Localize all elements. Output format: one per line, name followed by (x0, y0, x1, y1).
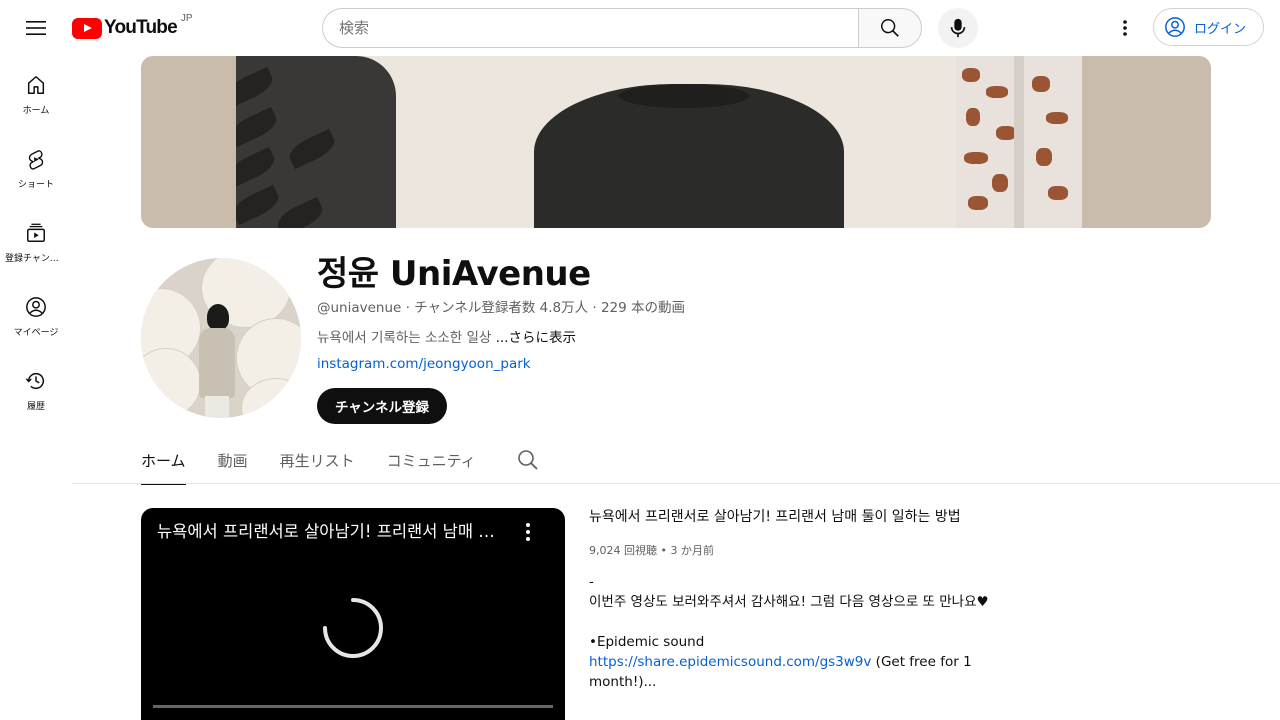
view-count: 9,024 回視聴 (589, 544, 657, 557)
video-player[interactable]: 뉴욕에서 프리랜서로 살아남기! 프리랜서 남매 둘이 일하는 방법 (141, 508, 565, 720)
nav-item-you[interactable]: マイページ (4, 278, 68, 352)
subscriber-count: チャンネル登録者数 4.8万人 (414, 300, 589, 316)
search-icon (881, 19, 899, 37)
top-bar: YouTube JP ログイン (0, 0, 1280, 56)
stats-separator: • (657, 544, 671, 557)
featured-video-title[interactable]: 뉴욕에서 프리랜서로 살아남기! 프리랜서 남매 둘이 일하는 방법 (589, 504, 981, 530)
show-more-link[interactable]: ...さらに表示 (496, 330, 576, 346)
channel-tabs: ホーム 動画 再生リスト コミュニティ (141, 436, 508, 485)
upload-age: 3 か月前 (670, 544, 714, 557)
nav-label-you: マイページ (13, 328, 59, 338)
nav-label-history: 履歴 (26, 402, 45, 412)
subscribe-button[interactable]: チャンネル登録 (317, 388, 447, 424)
tab-videos[interactable]: 動画 (218, 436, 248, 484)
search-bar (322, 8, 922, 48)
description-link[interactable]: https://share.epidemicsound.com/gs3w9v (589, 654, 871, 670)
meta-separator: ‧ (401, 300, 415, 316)
avatar-person (199, 304, 235, 418)
channel-name: 정윤 UniAvenue (317, 254, 591, 294)
tabs-divider (72, 483, 1280, 484)
channel-link[interactable]: instagram.com/jeongyoon_park (317, 356, 531, 372)
banner-vase-right (956, 56, 1082, 228)
hamburger-icon (26, 21, 46, 35)
description-link-line: https://share.epidemicsound.com/gs3w9v (… (589, 652, 989, 692)
channel-avatar[interactable] (141, 258, 301, 418)
description-line: •Epidemic sound (589, 634, 705, 650)
login-label: ログイン (1194, 21, 1247, 37)
featured-video-description: - 이번주 영상도 보러와주셔서 감사해요! 그럼 다음 영상으로 또 만나요♥… (589, 572, 989, 692)
description-line: 이번주 영상도 보러와주셔서 감사해요! 그럼 다음 영상으로 또 만나요♥ (589, 594, 989, 610)
more-vertical-icon (526, 523, 530, 541)
channel-description[interactable]: 뉴욕에서 기록하는 소소한 일상 ...さらに表示 (317, 326, 576, 346)
nav-label-shorts: ショート (17, 180, 54, 190)
shorts-icon (28, 150, 44, 170)
nav-label-subscriptions: 登録チャンネル (5, 254, 67, 264)
banner-vase-neck (619, 84, 749, 108)
youtube-play-icon (72, 17, 102, 39)
search-input[interactable] (322, 8, 859, 48)
account-icon (1165, 17, 1185, 37)
you-icon (26, 297, 46, 317)
nav-item-subscriptions[interactable]: 登録チャンネル (4, 204, 68, 278)
voice-search-button[interactable] (938, 8, 978, 48)
tab-community[interactable]: コミュニティ (387, 436, 476, 484)
history-icon (25, 372, 45, 389)
search-icon (518, 450, 538, 470)
home-icon (27, 76, 45, 94)
youtube-logo[interactable]: YouTube JP (72, 13, 193, 39)
nav-item-shorts[interactable]: ショート (4, 130, 68, 204)
tab-home[interactable]: ホーム (141, 436, 186, 485)
login-button[interactable]: ログイン (1153, 8, 1264, 46)
nav-label-home: ホーム (22, 106, 50, 116)
featured-video-info: 뉴욕에서 프리랜서로 살아남기! 프리랜서 남매 둘이 일하는 방법 9,024… (589, 504, 989, 692)
video-count: 229 本の動画 (600, 300, 686, 316)
loading-spinner-icon (323, 598, 383, 658)
banner-vase-left (236, 56, 396, 228)
channel-handle: @uniavenue (317, 300, 402, 316)
channel-search-button[interactable] (516, 448, 542, 474)
logo-text: YouTube (104, 17, 178, 38)
menu-button[interactable] (16, 8, 56, 48)
description-text: 뉴욕에서 기록하는 소소한 일상 (317, 330, 496, 346)
meta-separator: ‧ (588, 300, 601, 316)
nav-item-home[interactable]: ホーム (4, 56, 68, 130)
microphone-icon (950, 18, 966, 38)
featured-video-stats: 9,024 回視聴 • 3 か月前 (589, 542, 989, 558)
subscriptions-icon (27, 223, 45, 242)
player-title[interactable]: 뉴욕에서 프리랜서로 살아남기! 프리랜서 남매 둘이 일하는 방법 (157, 518, 497, 542)
description-line: - (589, 574, 594, 590)
country-code: JP (180, 12, 193, 24)
channel-banner (141, 56, 1211, 228)
settings-more-button[interactable] (1105, 8, 1145, 48)
left-nav: ホーム ショート 登録チャンネル マイページ 履歴 (0, 56, 72, 426)
player-more-button[interactable] (518, 520, 538, 544)
nav-item-history[interactable]: 履歴 (4, 352, 68, 426)
tab-playlists[interactable]: 再生リスト (280, 436, 355, 484)
more-vertical-icon (1123, 20, 1127, 36)
search-button[interactable] (858, 8, 922, 48)
channel-meta: @uniavenue ‧ チャンネル登録者数 4.8万人 ‧ 229 本の動画 (317, 296, 685, 316)
banner-photo (236, 56, 1082, 228)
player-progress-bar[interactable] (153, 705, 553, 708)
